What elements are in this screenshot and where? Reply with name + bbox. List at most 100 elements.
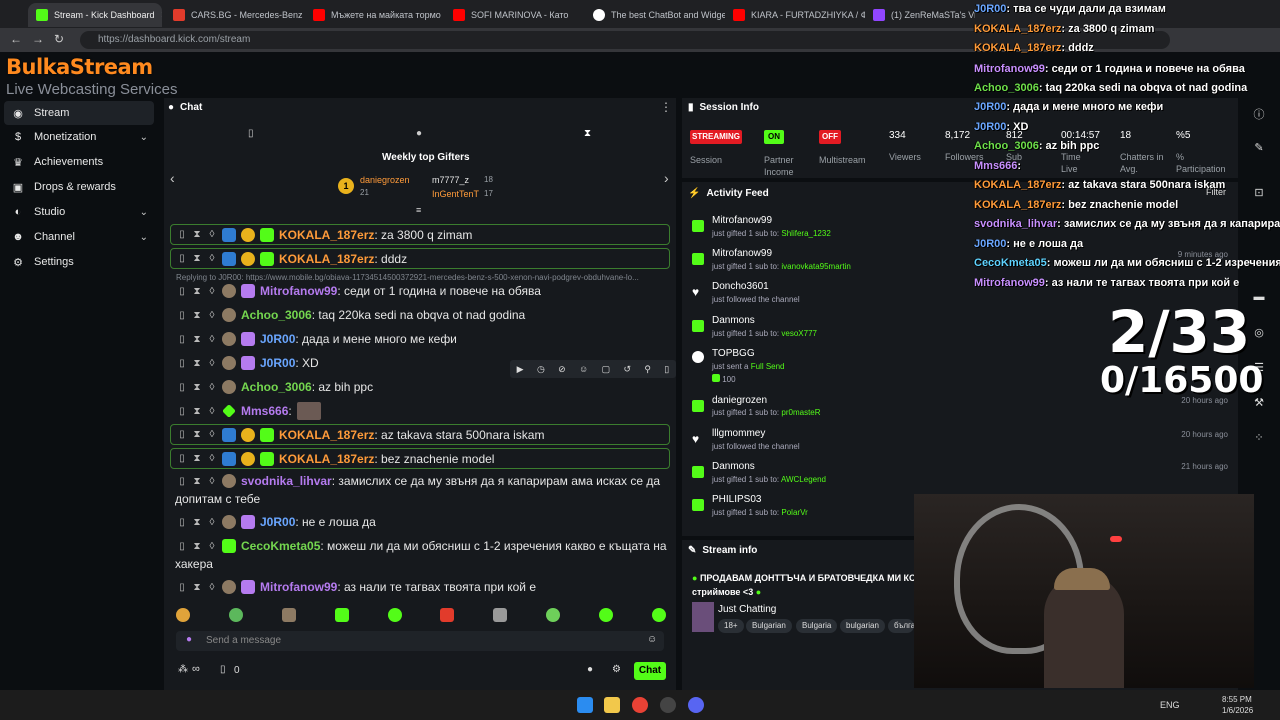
- send-chat-button[interactable]: Chat: [634, 662, 666, 680]
- activity-user[interactable]: Doncho3601: [712, 281, 769, 292]
- gear-icon[interactable]: ⚙: [612, 664, 621, 675]
- shield-icon[interactable]: ◊: [207, 406, 217, 417]
- shield-icon[interactable]: ◊: [207, 334, 217, 345]
- fullscreen-icon[interactable]: ⊡: [1252, 186, 1266, 200]
- shield-icon[interactable]: ◊: [207, 582, 217, 593]
- chat-message[interactable]: ▯ ⧗ ◊ Achoo_3006: taq 220ka sedi na obqva …: [170, 308, 670, 322]
- chat-bubble-icon[interactable]: ●: [587, 664, 593, 675]
- chat-username[interactable]: KOKALA_187erz: [279, 228, 374, 242]
- chat-username[interactable]: Achoo_3006: [241, 380, 312, 394]
- emote-icon[interactable]: [334, 608, 349, 622]
- emote-icon[interactable]: [546, 608, 561, 622]
- hourglass-icon[interactable]: ⧗: [192, 334, 202, 345]
- shield-icon[interactable]: ◊: [207, 286, 217, 297]
- emote-icon[interactable]: [387, 608, 402, 622]
- trash-icon[interactable]: ▯: [177, 253, 187, 264]
- hourglass-icon[interactable]: ⧗: [192, 406, 202, 417]
- chat-username[interactable]: Mms666: [241, 404, 288, 418]
- more-icon[interactable]: ⋮: [660, 100, 672, 114]
- chat-message[interactable]: ▯ ⧗ ◊ CecoKmeta05: можеш ли да ми обясниш …: [170, 539, 670, 553]
- trash-icon[interactable]: ▯: [177, 582, 187, 593]
- obs-icon[interactable]: [660, 697, 676, 713]
- emote-icon[interactable]: ☺: [579, 364, 588, 374]
- trash-icon[interactable]: ▯: [664, 364, 669, 375]
- trash-icon[interactable]: ▯: [177, 286, 187, 297]
- sidebar-item-studio[interactable]: ◐ Studio ⌄: [4, 200, 154, 224]
- chat-message[interactable]: ▯ ⧗ ◊ Achoo_3006: az bih ppc: [170, 380, 670, 394]
- trash-icon[interactable]: ▯: [177, 453, 187, 464]
- tag[interactable]: бълга: [888, 619, 914, 633]
- trash-icon[interactable]: ▯: [177, 229, 187, 240]
- trash-icon[interactable]: ▯: [177, 541, 187, 552]
- emote-icon[interactable]: [176, 608, 190, 622]
- clock-date[interactable]: 1/6/2026: [1222, 706, 1253, 715]
- reload-icon[interactable]: ↻: [54, 32, 64, 46]
- trash-icon[interactable]: ▯: [220, 664, 226, 675]
- chat-icon[interactable]: ▬: [1252, 291, 1266, 305]
- hourglass-icon[interactable]: ⧗: [192, 229, 202, 240]
- trash-icon[interactable]: ▯: [177, 406, 187, 417]
- shield-icon[interactable]: ◊: [207, 229, 217, 240]
- emoji-icon[interactable]: ☺: [647, 634, 657, 645]
- browser-tab[interactable]: The best ChatBot and Widge: [585, 3, 725, 27]
- copy-icon[interactable]: ▢: [602, 364, 611, 375]
- chat-username[interactable]: KOKALA_187erz: [279, 428, 374, 442]
- chat-username[interactable]: J0R00: [260, 515, 295, 529]
- emote-icon[interactable]: [228, 608, 243, 622]
- shield-icon[interactable]: ◊: [207, 517, 217, 528]
- trash-icon[interactable]: ▯: [177, 517, 187, 528]
- chat-message[interactable]: ▯ ⧗ ◊ Mms666:: [170, 402, 670, 420]
- share-icon[interactable]: ⁂: [178, 664, 188, 675]
- hourglass-icon[interactable]: ⧗: [192, 253, 202, 264]
- activity-user[interactable]: Mitrofanow99: [712, 215, 772, 226]
- file-explorer-icon[interactable]: [604, 697, 620, 713]
- hourglass-icon[interactable]: ⧗: [584, 128, 591, 139]
- chevron-right-icon[interactable]: ›: [664, 170, 669, 186]
- shield-icon[interactable]: ◊: [207, 453, 217, 464]
- hourglass-icon[interactable]: ⧗: [192, 358, 202, 369]
- sidebar-item-settings[interactable]: ⚙ Settings: [4, 250, 154, 274]
- chat-message-input[interactable]: Send a message: [176, 631, 664, 651]
- clock-time[interactable]: 8:55 PM: [1222, 695, 1252, 704]
- shield-icon[interactable]: ◊: [207, 310, 217, 321]
- chat-message[interactable]: ▯ ⧗ ◊ J0R00: не е лоша да: [170, 515, 670, 529]
- chevron-left-icon[interactable]: ‹: [170, 170, 175, 186]
- activity-user[interactable]: Mitrofanow99: [712, 248, 772, 259]
- sidebar-item-stream[interactable]: ◉ Stream: [4, 101, 154, 125]
- trash-icon[interactable]: ▯: [177, 429, 187, 440]
- chat-message[interactable]: ▯ ⧗ ◊ KOKALA_187erz: dddz: [170, 248, 670, 269]
- close-icon[interactable]: ✕: [161, 10, 162, 21]
- hourglass-icon[interactable]: ⧗: [192, 453, 202, 464]
- shield-icon[interactable]: ◊: [207, 382, 217, 393]
- shield-icon[interactable]: ◊: [207, 358, 217, 369]
- category-name[interactable]: Just Chatting: [718, 604, 776, 615]
- trash-icon[interactable]: ▯: [177, 334, 187, 345]
- tag[interactable]: Bulgarian: [746, 619, 792, 633]
- emote-icon[interactable]: [281, 608, 296, 622]
- broadcast-icon[interactable]: ◎: [1252, 326, 1266, 340]
- chat-message[interactable]: ▯ ⧗ ◊ svodnika_lihvar: замислих се да му з…: [170, 474, 670, 488]
- browser-tab[interactable]: (1) ZenReMaSTa's Videos: [865, 3, 975, 27]
- emote-icon[interactable]: [599, 608, 613, 622]
- undo-icon[interactable]: ↺: [623, 364, 631, 375]
- chat-bubble-icon[interactable]: ●: [416, 128, 422, 139]
- shield-icon[interactable]: ◊: [207, 541, 217, 552]
- browser-tab[interactable]: Мъжете на майката тормо: [305, 3, 445, 27]
- chat-message[interactable]: ▯ ⧗ ◊ Mitrofanow99: аз нали те тагвах твоя…: [170, 580, 670, 594]
- hourglass-icon[interactable]: ⧗: [192, 310, 202, 321]
- browser-tab[interactable]: Stream - Kick Dashboard ✕: [28, 3, 162, 27]
- chrome-icon[interactable]: [632, 697, 648, 713]
- chat-username[interactable]: KOKALA_187erz: [279, 452, 374, 466]
- play-icon[interactable]: ▶: [517, 364, 524, 375]
- activity-user[interactable]: Danmons: [712, 461, 755, 472]
- sidebar-item-drops[interactable]: ▣ Drops & rewards: [4, 175, 154, 199]
- activity-user[interactable]: PHILIPS03: [712, 494, 761, 505]
- chat-message[interactable]: ▯ ⧗ ◊ KOKALA_187erz: az takava stara 500na…: [170, 424, 670, 445]
- trash-icon[interactable]: ▯: [177, 476, 187, 487]
- filter-icon[interactable]: ≡: [416, 205, 421, 215]
- trash-icon[interactable]: ▯: [177, 382, 187, 393]
- microphone-icon[interactable]: ●: [186, 634, 192, 645]
- hourglass-icon[interactable]: ⧗: [192, 582, 202, 593]
- apps-icon[interactable]: ⁘: [1252, 431, 1266, 445]
- emote-icon[interactable]: [493, 608, 508, 622]
